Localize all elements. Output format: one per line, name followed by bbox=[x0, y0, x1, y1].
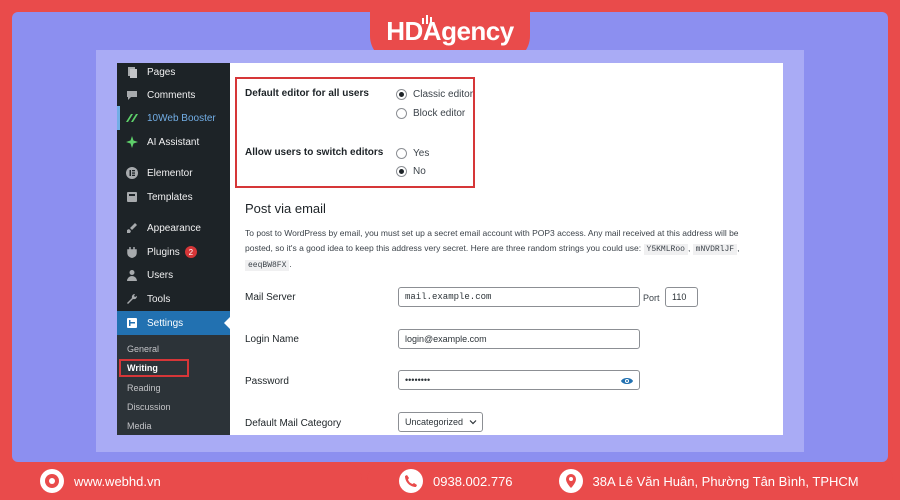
sidebar-item-settings[interactable]: Settings bbox=[117, 311, 230, 335]
pages-icon bbox=[125, 65, 139, 79]
users-icon bbox=[125, 268, 139, 282]
sidebar-item-label: 10Web Booster bbox=[147, 112, 216, 124]
sidebar-item-templates[interactable]: Templates bbox=[117, 185, 230, 209]
submenu-item-discussion[interactable]: Discussion bbox=[127, 402, 171, 412]
sidebar-item-tools[interactable]: Tools bbox=[117, 287, 230, 311]
submenu-item-media[interactable]: Media bbox=[127, 421, 152, 431]
footer-phone[interactable]: 0938.002.776 bbox=[433, 474, 513, 489]
phone-icon bbox=[399, 469, 423, 493]
plugins-update-badge: 2 bbox=[184, 246, 197, 258]
settings-submenu: General Writing Reading Discussion Media bbox=[117, 335, 230, 435]
location-pin-icon bbox=[558, 469, 583, 493]
plugins-icon bbox=[125, 245, 139, 259]
select-value: Uncategorized bbox=[405, 417, 464, 427]
radio-checked-icon bbox=[396, 166, 407, 177]
settings-icon bbox=[125, 316, 139, 330]
login-name-input[interactable]: login@example.com bbox=[398, 329, 640, 349]
radio-switch-yes[interactable]: Yes bbox=[396, 148, 429, 159]
footer-website-pill: www.webhd.vn bbox=[0, 462, 362, 500]
password-input[interactable]: •••••••• bbox=[398, 370, 640, 390]
sidebar-item-label: Users bbox=[147, 269, 174, 281]
radio-unchecked-icon bbox=[396, 148, 407, 159]
sidebar-item-label: Appearance bbox=[147, 222, 201, 234]
sidebar-item-label: Templates bbox=[147, 191, 193, 203]
sidebar-item-plugins[interactable]: Plugins 2 bbox=[117, 240, 230, 264]
elementor-icon bbox=[125, 166, 139, 180]
logo-text: HDAgency bbox=[386, 15, 514, 46]
password-value: •••••••• bbox=[405, 375, 431, 385]
booster-icon bbox=[125, 111, 139, 125]
port-input[interactable]: 110 bbox=[665, 287, 698, 307]
mail-server-label: Mail Server bbox=[245, 292, 296, 303]
sidebar-item-label: Comments bbox=[147, 89, 196, 101]
sidebar-item-label: Settings bbox=[147, 317, 184, 329]
show-password-icon[interactable] bbox=[621, 375, 633, 387]
sidebar-item-label: Pages bbox=[147, 66, 176, 78]
random-string-1: Y5KMLRoo bbox=[643, 244, 688, 255]
sidebar-item-elementor[interactable]: Elementor bbox=[117, 161, 230, 185]
radio-checked-icon bbox=[396, 89, 407, 100]
wp-admin-screenshot: Pages Comments 10Web Booster AI Assistan… bbox=[117, 63, 783, 435]
sidebar-item-label: AI Assistant bbox=[147, 136, 200, 148]
submenu-item-general[interactable]: General bbox=[127, 344, 159, 354]
settings-content: Default editor for all users Classic edi… bbox=[230, 63, 783, 435]
sidebar-item-comments[interactable]: Comments bbox=[117, 83, 230, 107]
chevron-down-icon bbox=[469, 420, 477, 425]
radio-block-editor[interactable]: Block editor bbox=[396, 108, 465, 119]
post-via-email-description: To post to WordPress by email, you must … bbox=[245, 228, 740, 271]
radio-label: Classic editor bbox=[413, 89, 474, 100]
random-string-3: eeqBW8FX bbox=[245, 260, 290, 271]
comments-icon bbox=[125, 88, 139, 102]
section-title-post-via-email: Post via email bbox=[245, 201, 326, 216]
password-label: Password bbox=[245, 376, 289, 387]
radio-classic-editor[interactable]: Classic editor bbox=[396, 89, 473, 100]
sidebar-item-ai-assistant[interactable]: AI Assistant bbox=[117, 130, 230, 154]
tools-icon bbox=[125, 292, 139, 306]
footer-address: 38A Lê Văn Huân, Phường Tân Bình, TPHCM bbox=[592, 473, 859, 489]
mail-category-select[interactable]: Uncategorized bbox=[398, 412, 483, 432]
sidebar-item-appearance[interactable]: Appearance bbox=[117, 216, 230, 240]
mail-category-label: Default Mail Category bbox=[245, 418, 342, 429]
admin-sidebar: Pages Comments 10Web Booster AI Assistan… bbox=[117, 63, 230, 435]
templates-icon bbox=[125, 190, 139, 204]
switch-editors-label: Allow users to switch editors bbox=[245, 147, 384, 158]
random-string-2: mNVDRlJF bbox=[692, 244, 738, 255]
sidebar-item-users[interactable]: Users bbox=[117, 263, 230, 287]
sidebar-item-pages[interactable]: Pages bbox=[117, 63, 230, 84]
mail-server-input[interactable]: mail.example.com bbox=[398, 287, 640, 307]
login-name-label: Login Name bbox=[245, 334, 299, 345]
footer-website[interactable]: www.webhd.vn bbox=[74, 474, 161, 489]
radio-unchecked-icon bbox=[396, 108, 407, 119]
ai-sparkle-icon bbox=[125, 135, 139, 149]
default-editor-label: Default editor for all users bbox=[245, 88, 369, 99]
radio-label: Yes bbox=[413, 148, 430, 159]
sidebar-item-label: Elementor bbox=[147, 167, 193, 179]
footer-contact-pill: 0938.002.776 38A Lê Văn Huân, Phường Tân… bbox=[367, 462, 893, 500]
sidebar-item-label: Plugins bbox=[147, 246, 180, 258]
logo-bars-icon bbox=[422, 15, 432, 24]
submenu-item-reading[interactable]: Reading bbox=[127, 383, 161, 393]
highlight-box-writing bbox=[119, 359, 189, 377]
radio-switch-no[interactable]: No bbox=[396, 166, 426, 177]
website-icon bbox=[40, 469, 64, 493]
radio-label: Block editor bbox=[413, 108, 466, 119]
sidebar-item-label: Tools bbox=[147, 293, 171, 305]
sidebar-item-10web-booster[interactable]: 10Web Booster bbox=[117, 106, 230, 130]
radio-label: No bbox=[413, 166, 426, 177]
port-label: Port bbox=[643, 293, 660, 303]
appearance-icon bbox=[125, 221, 139, 235]
